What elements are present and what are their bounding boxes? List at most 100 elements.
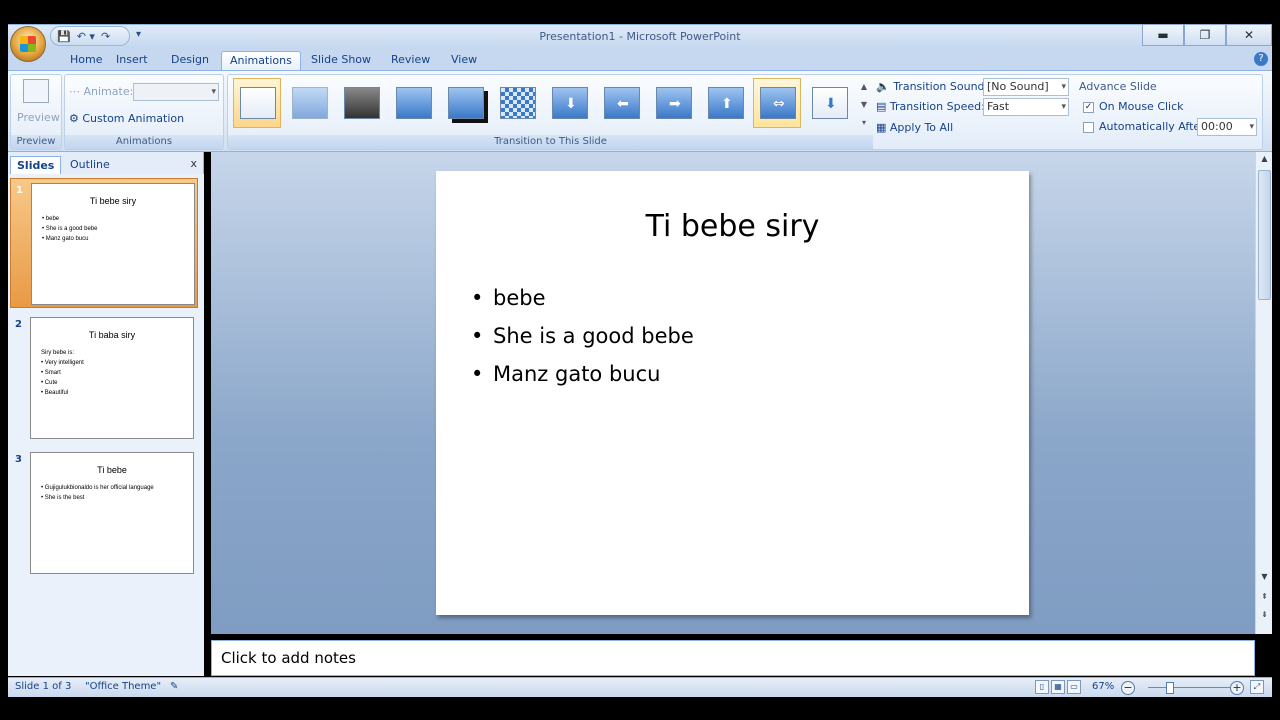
transition-none[interactable] xyxy=(233,78,281,128)
transition-wipe-down-2[interactable]: ⬇ xyxy=(805,78,853,128)
apply-to-all-button[interactable]: ▦ Apply To All xyxy=(876,121,953,134)
zoom-out-icon[interactable]: − xyxy=(1121,681,1135,695)
slide-thumbnail-1[interactable]: 1 Ti bebe siry bebe She is a good bebe M… xyxy=(10,178,198,308)
slide-thumb: Ti bebe siry bebe She is a good bebe Man… xyxy=(31,183,195,305)
slide-bullet: She is a good bebe xyxy=(471,317,694,355)
transition-fade-through-black[interactable] xyxy=(337,78,385,128)
transition-wipe-up[interactable]: ⬆ xyxy=(701,78,749,128)
custom-animation-icon: ⚙ xyxy=(69,112,79,125)
previous-slide-icon[interactable]: ⇞ xyxy=(1256,592,1273,601)
slide-title[interactable]: Ti bebe siry xyxy=(436,209,1029,244)
transition-fade-smoothly[interactable] xyxy=(285,78,333,128)
slide-count: Slide 1 of 3 xyxy=(15,681,72,692)
zoom-in-icon[interactable]: + xyxy=(1230,681,1244,695)
thumb-bullet: Smart xyxy=(41,368,84,378)
notes-placeholder: Click to add notes xyxy=(221,649,356,667)
zoom-slider[interactable] xyxy=(1148,687,1232,688)
cut-icon xyxy=(396,87,432,119)
spell-check-icon[interactable]: ✎ xyxy=(170,681,178,692)
tab-outline[interactable]: Outline xyxy=(64,156,116,174)
slides-panel: Slides Outline x 1 Ti bebe siry bebe She… xyxy=(8,152,204,676)
wipe-left-icon: ⬅ xyxy=(604,87,640,119)
slide-thumbnail-3[interactable]: 3 Ti bebe Gujigulukbionaldo is her offic… xyxy=(10,448,198,578)
next-slide-icon[interactable]: ⇟ xyxy=(1256,610,1273,619)
scroll-up-icon[interactable]: ▲ xyxy=(1256,154,1273,163)
slide-thumbnail-2[interactable]: 2 Ti baba siry Siry bebe is: Very intell… xyxy=(10,313,198,443)
transition-speed-label: ▤ Transition Speed: xyxy=(876,100,985,113)
save-icon[interactable]: 💾 xyxy=(57,30,71,43)
notes-pane[interactable]: Click to add notes xyxy=(211,640,1255,676)
transition-wipe-right[interactable]: ➡ xyxy=(649,78,697,128)
transition-split[interactable]: ⇔ xyxy=(753,78,801,128)
ribbon-tabs: Home Insert Design Animations Slide Show… xyxy=(8,48,1272,70)
automatically-after-checkbox[interactable] xyxy=(1083,122,1094,133)
slide-sorter-icon[interactable]: ▦ xyxy=(1051,680,1065,694)
transition-group-label: Transition to This Slide xyxy=(228,135,873,149)
tab-design[interactable]: Design xyxy=(163,51,217,70)
tab-home[interactable]: Home xyxy=(62,51,110,70)
thumb-bullet: She is the best xyxy=(41,493,154,503)
undo-icon[interactable]: ↶ ▾ xyxy=(77,30,95,43)
tab-slides[interactable]: Slides xyxy=(10,156,62,174)
thumb-title: Ti bebe xyxy=(97,465,127,475)
tab-slide-show[interactable]: Slide Show xyxy=(303,51,379,70)
restore-button[interactable]: ❐ xyxy=(1184,24,1226,46)
office-logo-icon xyxy=(20,36,36,52)
tab-review[interactable]: Review xyxy=(383,51,438,70)
redo-icon[interactable]: ↷ xyxy=(101,30,110,43)
tab-animations[interactable]: Animations xyxy=(221,51,301,70)
thumb-body: Gujigulukbionaldo is her official langua… xyxy=(41,483,154,503)
scroll-down-icon[interactable]: ▼ xyxy=(1256,572,1273,581)
scroll-thumb[interactable] xyxy=(1258,170,1271,300)
tab-view[interactable]: View xyxy=(443,51,485,70)
transition-cut[interactable] xyxy=(389,78,437,128)
slide-thumb: Ti baba siry Siry bebe is: Very intellig… xyxy=(30,317,194,439)
help-icon[interactable]: ? xyxy=(1254,52,1268,66)
preview-button[interactable]: Preview xyxy=(17,111,60,124)
transition-sound-label: 🔈 Transition Sound: xyxy=(876,80,989,93)
normal-view-icon[interactable]: ▯ xyxy=(1035,680,1049,694)
close-button[interactable]: ✕ xyxy=(1226,24,1272,46)
zoom-level[interactable]: 67% xyxy=(1092,681,1114,692)
zoom-slider-knob[interactable] xyxy=(1166,682,1174,694)
on-mouse-click-label: On Mouse Click xyxy=(1099,100,1184,113)
transition-sound-dropdown[interactable]: [No Sound] xyxy=(983,78,1069,96)
title-bar: Presentation1 - Microsoft PowerPoint xyxy=(8,24,1272,48)
minimize-button[interactable]: ▬ xyxy=(1142,24,1184,46)
custom-animation-button[interactable]: ⚙ Custom Animation xyxy=(69,112,184,125)
office-button[interactable] xyxy=(10,26,46,62)
sound-icon: 🔈 xyxy=(876,80,890,93)
slide-number: 1 xyxy=(16,185,23,196)
transition-dissolve[interactable] xyxy=(493,78,541,128)
transition-speed-dropdown[interactable]: Fast xyxy=(983,98,1069,116)
transition-wipe-down[interactable]: ⬇ xyxy=(545,78,593,128)
automatically-after-label: Automatically After: xyxy=(1099,120,1209,133)
tab-insert[interactable]: Insert xyxy=(108,51,156,70)
fit-to-window-icon[interactable]: ⤢ xyxy=(1250,680,1264,694)
thumb-body: bebe She is a good bebe Manz gato bucu xyxy=(42,214,98,244)
thumb-bullet: Gujigulukbionaldo is her official langua… xyxy=(41,483,154,493)
vertical-scrollbar[interactable]: ▲ ▼ ⇞ ⇟ xyxy=(1255,152,1272,634)
apply-all-icon: ▦ xyxy=(876,121,887,134)
thumb-body: Siry bebe is: Very intelligent Smart Cut… xyxy=(41,348,84,398)
animate-dropdown[interactable] xyxy=(133,83,219,101)
slide-show-icon[interactable]: ▭ xyxy=(1067,680,1081,694)
status-bar: Slide 1 of 3 "Office Theme" ✎ ▯ ▦ ▭ 67% … xyxy=(8,677,1272,697)
on-mouse-click-checkbox[interactable]: ✓ xyxy=(1083,102,1094,113)
slide-number: 3 xyxy=(15,454,22,465)
automatically-after-spinner[interactable]: 00:00 xyxy=(1197,118,1257,136)
current-slide[interactable]: Ti bebe siry bebe She is a good bebe Man… xyxy=(436,171,1029,615)
preview-group-label: Preview xyxy=(11,135,61,149)
transition-cut-through-black[interactable] xyxy=(441,78,489,128)
wipe-right-icon: ➡ xyxy=(656,87,692,119)
close-panel-icon[interactable]: x xyxy=(190,157,197,170)
gallery-scroll[interactable]: ▲ ▼ ▾ xyxy=(858,78,870,132)
speed-icon: ▤ xyxy=(876,100,887,113)
transition-wipe-left[interactable]: ⬅ xyxy=(597,78,645,128)
thumb-bullet: bebe xyxy=(42,214,98,224)
thumb-intro: Siry bebe is: xyxy=(41,350,75,356)
preview-icon xyxy=(23,79,49,103)
slide-bullet: Manz gato bucu xyxy=(471,355,694,393)
customize-qat-icon[interactable]: ▾ xyxy=(136,29,141,40)
slide-body[interactable]: bebe She is a good bebe Manz gato bucu xyxy=(471,279,694,393)
